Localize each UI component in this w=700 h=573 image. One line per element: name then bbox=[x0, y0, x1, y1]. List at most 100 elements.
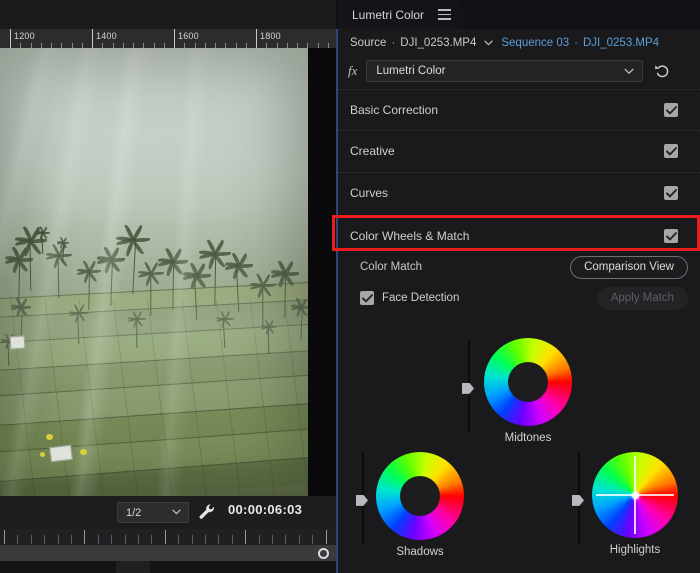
color-wheel-highlights[interactable] bbox=[592, 452, 678, 538]
section-row-color-wheels-match[interactable]: Color Wheels & Match bbox=[338, 215, 700, 256]
premiere-pro-window: 1200140016001800 1/2 bbox=[0, 0, 700, 573]
circle-handle-icon[interactable] bbox=[318, 548, 329, 559]
wheel-luma-slider-midtones[interactable] bbox=[462, 340, 476, 432]
ruler-label: 1200 bbox=[14, 31, 35, 41]
flower-marker bbox=[40, 452, 45, 457]
apply-match-button[interactable]: Apply Match bbox=[597, 287, 688, 310]
checkmark-icon bbox=[362, 294, 373, 303]
zoom-level-select[interactable]: 1/2 bbox=[117, 502, 189, 523]
sequence-link[interactable]: Sequence 03 bbox=[501, 37, 569, 49]
monitor-bottom-bar: 1/2 00:00:06:03 bbox=[0, 496, 336, 529]
wheel-label: Shadows bbox=[376, 546, 464, 558]
face-detection-control[interactable]: Face Detection bbox=[360, 291, 459, 305]
comparison-view-button[interactable]: Comparison View bbox=[570, 256, 688, 279]
sequence-clip-link[interactable]: DJI_0253.MP4 bbox=[583, 37, 659, 49]
color-match-row: Color Match Comparison View bbox=[338, 252, 700, 282]
wheel-label: Highlights bbox=[592, 544, 678, 556]
section-row-curves[interactable]: Curves bbox=[338, 172, 700, 213]
time-minor-tick bbox=[31, 535, 32, 544]
color-wheel-midtones[interactable] bbox=[484, 338, 572, 426]
tab-lumetri-color[interactable]: Lumetri Color bbox=[338, 0, 463, 29]
time-minor-tick bbox=[205, 535, 206, 544]
time-major-tick bbox=[4, 530, 5, 544]
time-minor-tick bbox=[71, 535, 72, 544]
section-checkbox[interactable] bbox=[664, 144, 678, 158]
panel-title: Lumetri Color bbox=[352, 8, 424, 22]
zoom-level-value: 1/2 bbox=[126, 507, 141, 519]
time-minor-tick bbox=[192, 535, 193, 544]
chevron-down-icon bbox=[172, 509, 181, 515]
face-detection-row: Face Detection Apply Match bbox=[338, 284, 700, 312]
time-minor-tick bbox=[111, 535, 112, 544]
reset-arrow-icon bbox=[654, 62, 672, 80]
face-detection-checkbox[interactable] bbox=[360, 291, 374, 305]
sequence-separator: · bbox=[574, 37, 578, 49]
wheel-luma-slider-shadows[interactable] bbox=[356, 452, 370, 544]
ruler-major-tick bbox=[256, 29, 257, 48]
section-label: Curves bbox=[350, 186, 388, 200]
ruler-label: 1600 bbox=[178, 31, 199, 41]
hut-icon bbox=[49, 445, 73, 463]
hut-icon bbox=[10, 335, 26, 349]
wheel-center-hole bbox=[508, 362, 548, 402]
section-checkbox[interactable] bbox=[664, 229, 678, 243]
time-major-tick bbox=[326, 530, 327, 544]
vignette-layer bbox=[0, 48, 308, 496]
time-minor-tick bbox=[285, 535, 286, 544]
color-wheel-shadows[interactable] bbox=[376, 452, 464, 540]
section-label: Color Wheels & Match bbox=[350, 229, 469, 243]
flower-marker bbox=[80, 449, 87, 455]
reset-effect-button[interactable] bbox=[652, 60, 674, 82]
time-minor-tick bbox=[138, 535, 139, 544]
time-minor-tick bbox=[272, 535, 273, 544]
section-row-creative[interactable]: Creative bbox=[338, 130, 700, 171]
checkmark-icon bbox=[666, 189, 677, 198]
time-minor-tick bbox=[17, 535, 18, 544]
source-prefix: Source bbox=[350, 37, 386, 49]
time-minor-tick bbox=[98, 535, 99, 544]
section-row-basic-correction[interactable]: Basic Correction bbox=[338, 89, 700, 130]
fx-icon: fx bbox=[348, 63, 357, 79]
wheel-luma-slider-highlights[interactable] bbox=[572, 452, 586, 544]
checkmark-icon bbox=[666, 106, 677, 115]
horizontal-ruler[interactable]: 1200140016001800 bbox=[0, 29, 336, 48]
slider-thumb-icon[interactable] bbox=[356, 495, 368, 506]
time-minor-tick bbox=[178, 535, 179, 544]
section-checkbox[interactable] bbox=[664, 103, 678, 117]
time-ruler[interactable] bbox=[0, 529, 336, 545]
face-detection-label: Face Detection bbox=[382, 292, 459, 304]
color-match-label: Color Match bbox=[360, 261, 422, 273]
ruler-label: 1400 bbox=[96, 31, 117, 41]
effect-select[interactable]: Lumetri Color bbox=[366, 60, 643, 82]
checkmark-icon bbox=[666, 147, 677, 156]
time-minor-tick bbox=[125, 535, 126, 544]
ruler-major-tick bbox=[10, 29, 11, 48]
section-label: Basic Correction bbox=[350, 103, 438, 117]
time-minor-tick bbox=[312, 535, 313, 544]
monitor-footer-tab bbox=[116, 561, 150, 573]
settings-wrench-button[interactable] bbox=[197, 502, 219, 523]
wheel-center-handle[interactable] bbox=[632, 492, 639, 499]
time-minor-tick bbox=[151, 535, 152, 544]
wheel-center-hole bbox=[400, 476, 440, 516]
slider-thumb-icon[interactable] bbox=[462, 383, 474, 394]
flower-marker bbox=[46, 434, 53, 440]
video-preview-image[interactable] bbox=[0, 48, 308, 496]
slider-thumb-icon[interactable] bbox=[572, 495, 584, 506]
timecode-display[interactable]: 00:00:06:03 bbox=[228, 502, 302, 517]
source-separator: · bbox=[391, 37, 395, 49]
panel-tab-bar: Lumetri Color bbox=[336, 0, 700, 29]
section-checkbox[interactable] bbox=[664, 186, 678, 200]
checkmark-icon bbox=[666, 232, 677, 241]
hamburger-menu-icon[interactable] bbox=[438, 9, 451, 20]
time-minor-tick bbox=[259, 535, 260, 544]
chevron-down-icon[interactable] bbox=[484, 40, 493, 46]
wheel-label: Midtones bbox=[484, 432, 572, 444]
monitor-right-gutter bbox=[308, 48, 336, 496]
time-minor-tick bbox=[232, 535, 233, 544]
program-monitor-panel: 1200140016001800 1/2 bbox=[0, 0, 336, 573]
time-minor-tick bbox=[218, 535, 219, 544]
scrub-bar[interactable] bbox=[0, 545, 336, 561]
effect-name: Lumetri Color bbox=[376, 65, 445, 77]
time-minor-tick bbox=[44, 535, 45, 544]
